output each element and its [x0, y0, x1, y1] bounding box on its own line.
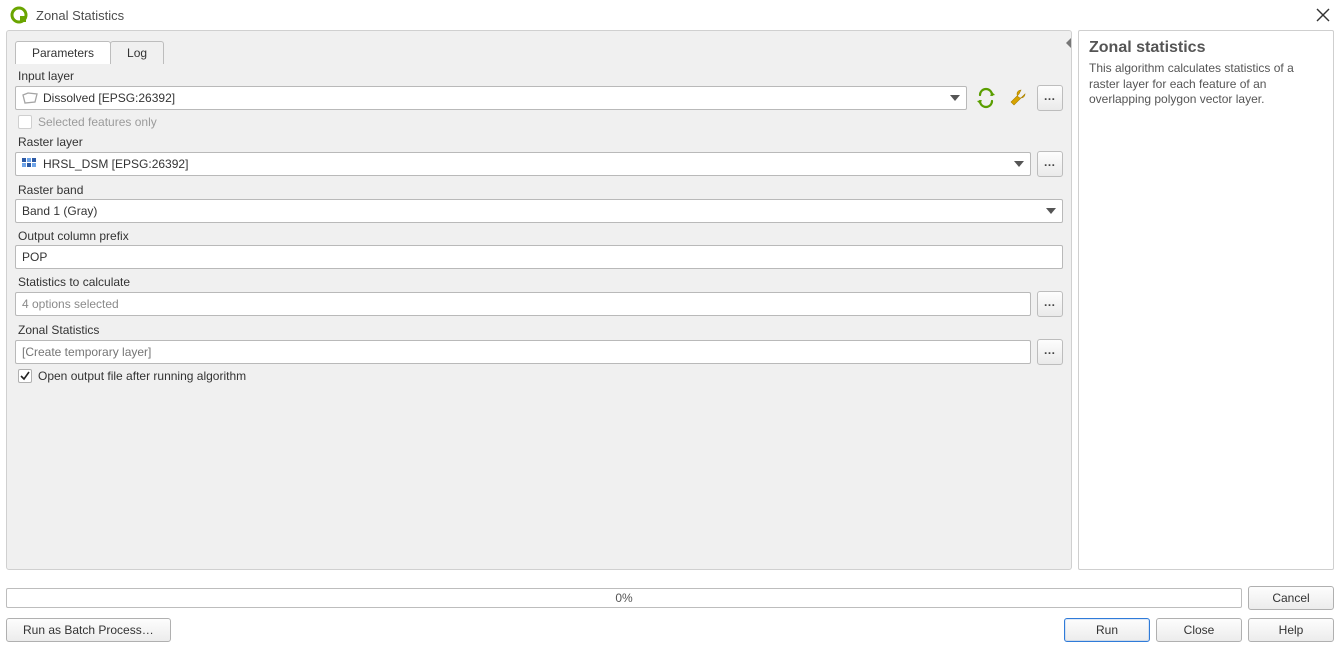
raster-layer-value: HRSL_DSM [EPSG:26392] [43, 157, 188, 171]
input-layer-value: Dissolved [EPSG:26392] [43, 91, 175, 105]
help-description: This algorithm calculates statistics of … [1089, 61, 1323, 108]
output-prefix-block: Output column prefix [15, 229, 1063, 269]
zonal-output-block: Zonal Statistics … Open output file afte… [15, 323, 1063, 383]
advanced-options-button[interactable] [1005, 85, 1031, 111]
raster-band-label: Raster band [15, 183, 1063, 197]
qgis-icon [10, 6, 28, 24]
ellipsis-icon: … [1044, 155, 1057, 169]
raster-layer-label: Raster layer [15, 135, 1063, 149]
raster-layer-combo[interactable]: HRSL_DSM [EPSG:26392] [15, 152, 1031, 176]
progress-bar: 0% [6, 588, 1242, 608]
close-icon[interactable] [1316, 8, 1330, 22]
ellipsis-icon: … [1044, 89, 1057, 103]
ellipsis-icon: … [1044, 295, 1057, 309]
stats-block: Statistics to calculate 4 options select… [15, 275, 1063, 317]
help-title: Zonal statistics [1089, 39, 1323, 57]
form-area: Input layer Dissolved [EPSG:26392] [15, 69, 1063, 561]
raster-band-value: Band 1 (Gray) [22, 204, 97, 218]
input-layer-combo[interactable]: Dissolved [EPSG:26392] [15, 86, 967, 110]
selected-only-label: Selected features only [38, 115, 157, 129]
title-bar: Zonal Statistics [0, 0, 1340, 30]
refresh-icon [975, 87, 997, 109]
polygon-layer-icon [22, 92, 38, 104]
raster-layer-icon [22, 158, 38, 170]
input-layer-browse-button[interactable]: … [1037, 85, 1063, 111]
stats-select-button[interactable]: … [1037, 291, 1063, 317]
tab-log[interactable]: Log [110, 41, 164, 64]
iterate-features-button[interactable] [973, 85, 999, 111]
parameters-pane: Parameters Log Input layer Dissolved [EP… [6, 30, 1072, 570]
window-title: Zonal Statistics [36, 8, 124, 23]
tab-bar: Parameters Log [15, 41, 164, 64]
input-layer-block: Input layer Dissolved [EPSG:26392] [15, 69, 1063, 129]
stats-label: Statistics to calculate [15, 275, 1063, 289]
zonal-output-label: Zonal Statistics [15, 323, 1063, 337]
run-button[interactable]: Run [1064, 618, 1150, 642]
wrench-icon [1007, 87, 1029, 109]
stats-summary-field: 4 options selected [15, 292, 1031, 316]
caret-down-icon [1014, 161, 1024, 167]
raster-band-combo[interactable]: Band 1 (Gray) [15, 199, 1063, 223]
caret-down-icon [950, 95, 960, 101]
raster-layer-browse-button[interactable]: … [1037, 151, 1063, 177]
progress-text: 0% [615, 591, 632, 605]
selected-only-checkbox [18, 115, 32, 129]
open-output-label: Open output file after running algorithm [38, 369, 246, 383]
help-pane: Zonal statistics This algorithm calculat… [1078, 30, 1334, 570]
zonal-output-input[interactable] [15, 340, 1031, 364]
output-prefix-input[interactable] [15, 245, 1063, 269]
collapse-handle-icon[interactable] [1065, 37, 1073, 49]
open-output-checkbox[interactable] [18, 369, 32, 383]
caret-down-icon [1046, 208, 1056, 214]
ellipsis-icon: … [1044, 343, 1057, 357]
main-area: Parameters Log Input layer Dissolved [EP… [6, 30, 1334, 570]
bottom-bar: 0% Cancel Run as Batch Process… Run Clos… [6, 586, 1334, 642]
tab-parameters[interactable]: Parameters [15, 41, 111, 64]
close-button[interactable]: Close [1156, 618, 1242, 642]
zonal-output-browse-button[interactable]: … [1037, 339, 1063, 365]
output-prefix-label: Output column prefix [15, 229, 1063, 243]
stats-summary-value: 4 options selected [22, 297, 119, 311]
help-button[interactable]: Help [1248, 618, 1334, 642]
raster-band-block: Raster band Band 1 (Gray) [15, 183, 1063, 223]
raster-layer-block: Raster layer [15, 135, 1063, 177]
run-batch-button[interactable]: Run as Batch Process… [6, 618, 171, 642]
cancel-button[interactable]: Cancel [1248, 586, 1334, 610]
input-layer-label: Input layer [15, 69, 1063, 83]
